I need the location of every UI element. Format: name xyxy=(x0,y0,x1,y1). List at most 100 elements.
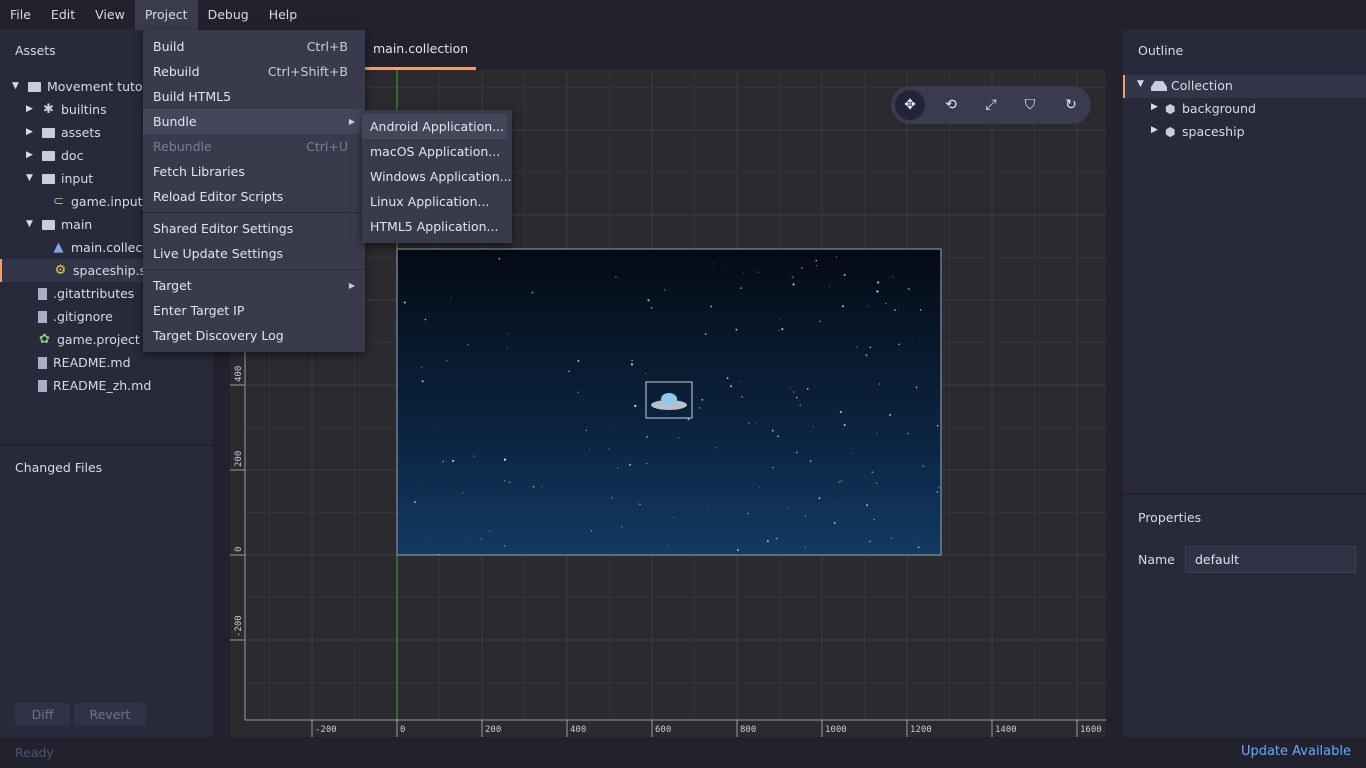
menu-item-rebundle[interactable]: Rebundle Ctrl+U xyxy=(143,134,365,159)
expanded-arrow-icon[interactable]: ▼ xyxy=(12,75,22,98)
menu-item-reload-editor-scripts[interactable]: Reload Editor Scripts xyxy=(143,184,365,209)
expanded-arrow-icon[interactable]: ▼ xyxy=(26,167,36,190)
status-text: Ready xyxy=(15,745,54,760)
camera-reset-tool-icon[interactable]: ↻ xyxy=(1056,90,1086,120)
outline-label: background xyxy=(1182,101,1256,116)
menu-item-build-html5[interactable]: Build HTML5 xyxy=(143,84,365,109)
menu-item-label: Live Update Settings xyxy=(153,246,284,261)
star xyxy=(735,328,738,331)
star xyxy=(473,455,475,457)
star xyxy=(851,452,853,454)
star xyxy=(922,464,925,468)
menu-item-label: Bundle xyxy=(153,114,197,129)
collapsed-arrow-icon[interactable]: ▶ xyxy=(26,98,36,121)
outline-item-spaceship[interactable]: ▶ ⬢ spaceship xyxy=(1123,121,1366,144)
star xyxy=(838,480,841,483)
menu-item-build[interactable]: Build Ctrl+B xyxy=(143,34,365,59)
spaceship-dome xyxy=(661,393,677,405)
menu-item-shared-editor-settings[interactable]: Shared Editor Settings xyxy=(143,216,365,241)
star xyxy=(421,380,424,383)
tab-main-collection[interactable]: main.collection ✕ xyxy=(360,30,476,94)
star xyxy=(442,460,445,463)
diff-button[interactable]: Diff xyxy=(15,703,70,726)
star xyxy=(919,309,922,311)
star xyxy=(739,380,741,383)
star xyxy=(799,404,802,407)
bundle-submenu: Android Application... macOS Application.… xyxy=(362,110,512,243)
tree-item[interactable]: README.md xyxy=(0,351,213,374)
menu-file[interactable]: File xyxy=(0,0,41,30)
star xyxy=(755,423,757,425)
star xyxy=(810,470,812,472)
expanded-arrow-icon[interactable]: ▼ xyxy=(26,213,36,236)
menu-item-label: Rebuild xyxy=(153,64,200,79)
collapsed-arrow-icon[interactable]: ▶ xyxy=(26,144,36,167)
bundle-item-macos[interactable]: macOS Application... xyxy=(362,139,512,164)
star xyxy=(894,309,896,311)
menu-item-label: Rebundle xyxy=(153,139,212,154)
name-label: Name xyxy=(1138,552,1175,567)
menu-item-fetch-libraries[interactable]: Fetch Libraries xyxy=(143,159,365,184)
star xyxy=(885,302,887,305)
star xyxy=(414,501,416,504)
folder-icon xyxy=(42,173,55,184)
x-tick-label: 600 xyxy=(655,725,671,735)
menu-project[interactable]: Project xyxy=(134,0,198,30)
bundle-item-html5[interactable]: HTML5 Application... xyxy=(362,214,512,239)
menu-help[interactable]: Help xyxy=(259,0,308,30)
star xyxy=(667,544,669,546)
bundle-item-windows[interactable]: Windows Application... xyxy=(362,164,512,189)
star xyxy=(833,521,836,525)
star xyxy=(461,404,462,406)
star xyxy=(710,305,712,308)
tree-item-label: .gitattributes xyxy=(53,286,135,301)
star xyxy=(630,363,633,366)
star xyxy=(915,532,917,534)
collapsed-arrow-icon[interactable]: ▶ xyxy=(26,121,36,144)
menu-item-target-discovery-log[interactable]: Target Discovery Log xyxy=(143,323,365,348)
input-binding-icon: ⊂ xyxy=(53,194,64,209)
star xyxy=(707,505,709,507)
changed-files-title: Changed Files xyxy=(15,460,103,475)
star xyxy=(877,281,880,284)
folder-icon xyxy=(42,127,55,138)
x-tick-label: 400 xyxy=(570,725,586,735)
submenu-arrow-icon: ▶ xyxy=(348,117,355,126)
menu-item-rebuild[interactable]: Rebuild Ctrl+Shift+B xyxy=(143,59,365,84)
update-available-link[interactable]: Update Available xyxy=(1241,744,1351,759)
scale-tool-icon[interactable]: ⤢ xyxy=(976,90,1006,120)
revert-button[interactable]: Revert xyxy=(74,703,146,726)
move-tool-icon[interactable]: ✥ xyxy=(895,90,925,120)
menu-item-live-update-settings[interactable]: Live Update Settings xyxy=(143,241,365,266)
star xyxy=(621,526,623,528)
bundle-item-linux[interactable]: Linux Application... xyxy=(362,189,512,214)
star xyxy=(815,259,818,262)
folder-icon xyxy=(42,150,55,161)
menu-item-bundle[interactable]: Bundle ▶ xyxy=(143,109,365,134)
perspective-tool-icon[interactable]: ⛉ xyxy=(1015,90,1045,120)
star xyxy=(771,429,774,432)
menu-edit[interactable]: Edit xyxy=(41,0,85,30)
outline-item-collection[interactable]: ▼ Collection xyxy=(1123,75,1366,98)
rotate-tool-icon[interactable]: ⟲ xyxy=(936,90,966,120)
menu-debug[interactable]: Debug xyxy=(198,0,259,30)
name-field[interactable]: default xyxy=(1185,546,1356,573)
outline-item-background[interactable]: ▶ ⬢ background xyxy=(1123,98,1366,121)
bundle-item-android[interactable]: Android Application... xyxy=(362,114,507,139)
menu-view[interactable]: View xyxy=(85,0,135,30)
panel-divider[interactable] xyxy=(1123,493,1366,495)
menu-item-enter-target-ip[interactable]: Enter Target IP xyxy=(143,298,365,323)
panel-divider[interactable] xyxy=(0,444,213,446)
tree-item[interactable]: README_zh.md xyxy=(0,374,213,397)
menu-item-target[interactable]: Target ▶ xyxy=(143,273,365,298)
x-tick-label: 1400 xyxy=(995,725,1017,735)
star xyxy=(815,264,818,267)
star xyxy=(612,427,614,428)
star xyxy=(424,318,427,321)
star xyxy=(856,346,858,348)
star xyxy=(790,387,792,389)
star xyxy=(828,286,830,287)
scene-toolbar: ✥ ⟲ ⤢ ⛉ ↻ xyxy=(891,86,1091,124)
star xyxy=(878,383,881,385)
x-tick-label: 1200 xyxy=(910,725,932,735)
